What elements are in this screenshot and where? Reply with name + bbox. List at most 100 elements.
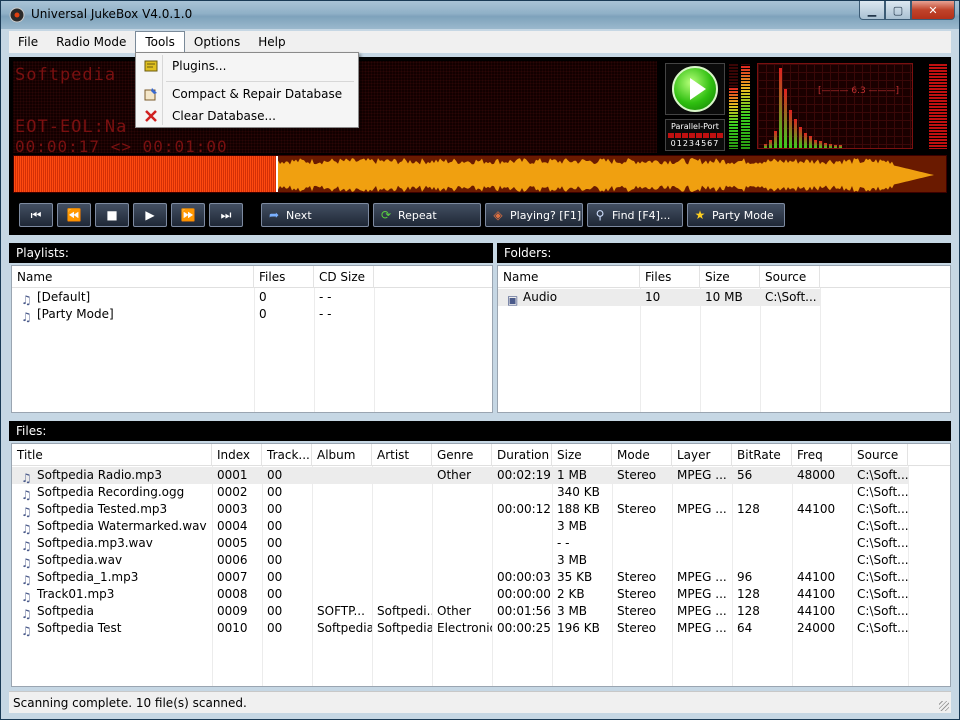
cell-title: ♫ Track01.mp3 bbox=[21, 587, 115, 603]
big-play-button[interactable] bbox=[665, 63, 725, 115]
spectrum-bar bbox=[809, 136, 812, 148]
col-freq[interactable]: Freq bbox=[792, 444, 852, 466]
col-size[interactable]: Size bbox=[700, 266, 760, 288]
cell-album bbox=[312, 569, 372, 586]
col-index[interactable]: Index bbox=[212, 444, 262, 466]
menu-item-compact-repair[interactable]: Compact & Repair Database bbox=[138, 83, 356, 105]
folder-row[interactable]: ▣ Audio 10 10 MB C:\Soft... bbox=[498, 289, 820, 306]
col-source[interactable]: Source bbox=[852, 444, 908, 466]
cell-track: 00 bbox=[267, 536, 283, 550]
cell-bitrate: 64 bbox=[737, 621, 753, 635]
cell-track: 00 bbox=[267, 553, 283, 567]
first-track-button[interactable]: ⏮ bbox=[19, 203, 53, 227]
col-genre[interactable]: Genre bbox=[432, 444, 492, 466]
cell-duration bbox=[492, 552, 552, 569]
menu-help[interactable]: Help bbox=[249, 31, 294, 53]
col-source[interactable]: Source bbox=[760, 266, 820, 288]
cell-album bbox=[312, 552, 372, 569]
audio-file-icon: ♫ bbox=[21, 505, 32, 518]
cell-bitrate bbox=[732, 552, 792, 569]
spectrum-bar bbox=[834, 145, 837, 148]
cell-layer bbox=[672, 552, 732, 569]
audio-file-icon: ♫ bbox=[21, 488, 32, 501]
menu-options[interactable]: Options bbox=[185, 31, 249, 53]
file-row[interactable]: ♫ Track01.mp3 0008 00 00:00:00 2 KB Stereo MPEG… bbox=[12, 586, 908, 603]
cell-album: Softpedia bbox=[317, 621, 372, 635]
spectrum-bar bbox=[764, 144, 767, 148]
cell-freq bbox=[792, 518, 852, 535]
file-row[interactable]: ♫ Softpedia_1.mp3 0007 00 00:00:03 35 KB Stere… bbox=[12, 569, 908, 586]
file-row[interactable]: ♫ Softpedia Watermarked.wav 0004 00 3 MB C:\S… bbox=[12, 518, 908, 535]
cell-index: 0008 bbox=[217, 587, 248, 601]
playlist-row[interactable]: ♫ [Default] 0 - - bbox=[12, 289, 492, 306]
cell-track: 00 bbox=[267, 502, 283, 516]
col-files[interactable]: Files bbox=[254, 266, 314, 288]
menu-tools[interactable]: Tools bbox=[135, 31, 185, 53]
col-duration[interactable]: Duration bbox=[492, 444, 552, 466]
party-mode-button-label: Party Mode bbox=[712, 208, 774, 222]
next-button[interactable]: ➦ Next bbox=[261, 203, 369, 227]
menu-bar: File Radio Mode Tools Options Help bbox=[9, 31, 951, 53]
spectrum-bar bbox=[779, 68, 782, 148]
col-files[interactable]: Files bbox=[640, 266, 700, 288]
col-layer[interactable]: Layer bbox=[672, 444, 732, 466]
menu-item-plugins[interactable]: Plugins... bbox=[138, 55, 356, 77]
cell-mode bbox=[612, 518, 672, 535]
cell-album bbox=[312, 484, 372, 501]
title-bar[interactable]: Universal JukeBox V4.0.1.0 ▁ ▢ ✕ bbox=[1, 1, 959, 29]
cell-size: 196 KB bbox=[557, 621, 600, 635]
cell-source: C:\Soft... bbox=[857, 502, 908, 516]
col-mode[interactable]: Mode bbox=[612, 444, 672, 466]
menu-file[interactable]: File bbox=[9, 31, 47, 53]
col-name[interactable]: Name bbox=[498, 266, 640, 288]
file-row[interactable]: ♫ Softpedia.mp3.wav 0005 00 - - C:\Soft... bbox=[12, 535, 908, 552]
forward-button[interactable]: ⏩ bbox=[171, 203, 205, 227]
col-name[interactable]: Name bbox=[12, 266, 254, 288]
file-row[interactable]: ♫ Softpedia Recording.ogg 0002 00 340 KB C:\S… bbox=[12, 484, 908, 501]
col-track[interactable]: Track... bbox=[262, 444, 312, 466]
cell-size: 340 KB bbox=[557, 485, 600, 499]
file-row[interactable]: ♫ Softpedia Radio.mp3 0001 00 Other 00:02:19 1… bbox=[12, 467, 908, 484]
vu-meter-right bbox=[741, 63, 750, 149]
playhead-cursor[interactable] bbox=[276, 156, 278, 192]
play-circle-icon bbox=[672, 66, 718, 112]
cell-track: 00 bbox=[267, 587, 283, 601]
last-track-button[interactable]: ⏭ bbox=[209, 203, 243, 227]
audio-file-icon: ♫ bbox=[21, 607, 32, 620]
close-button[interactable]: ✕ bbox=[911, 1, 955, 20]
col-album[interactable]: Album bbox=[312, 444, 372, 466]
playing-button[interactable]: ◈ Playing? [F1] bbox=[485, 203, 583, 227]
waveform-seekbar[interactable] bbox=[13, 155, 947, 193]
rewind-button[interactable]: ⏪ bbox=[57, 203, 91, 227]
col-bitrate[interactable]: BitRate bbox=[732, 444, 792, 466]
cell-duration bbox=[492, 484, 552, 501]
col-artist[interactable]: Artist bbox=[372, 444, 432, 466]
file-row[interactable]: ♫ Softpedia Tested.mp3 0003 00 00:00:12 188 K… bbox=[12, 501, 908, 518]
find-button[interactable]: ⚲ Find [F4]... bbox=[587, 203, 683, 227]
minimize-button[interactable]: ▁ bbox=[859, 1, 885, 20]
skip-last-icon: ⏭ bbox=[220, 207, 232, 222]
file-row[interactable]: ♫ Softpedia Test 0010 00 Softpedia Softpedia E… bbox=[12, 620, 908, 637]
col-cd-size[interactable]: CD Size bbox=[314, 266, 374, 288]
cell-source: C:\Soft... bbox=[857, 536, 908, 550]
spectrum-bar bbox=[804, 133, 807, 148]
playlist-row[interactable]: ♫ [Party Mode] 0 - - bbox=[12, 306, 492, 323]
maximize-button[interactable]: ▢ bbox=[885, 1, 911, 20]
file-row[interactable]: ♫ Softpedia.wav 0006 00 3 MB C:\Soft... bbox=[12, 552, 908, 569]
repeat-button[interactable]: ⟳ Repeat bbox=[373, 203, 481, 227]
playlists-column-header: Name Files CD Size bbox=[12, 266, 492, 288]
cell-layer: MPEG ... bbox=[677, 468, 727, 482]
audio-file-icon: ♫ bbox=[21, 556, 32, 569]
cell-title: ♫ Softpedia.mp3.wav bbox=[21, 536, 153, 552]
menu-radio-mode[interactable]: Radio Mode bbox=[47, 31, 135, 53]
col-title[interactable]: Title bbox=[12, 444, 212, 466]
menu-item-clear-database[interactable]: Clear Database... bbox=[138, 105, 356, 127]
resize-grip[interactable] bbox=[939, 701, 949, 711]
playlists-header: Playlists: bbox=[9, 243, 493, 263]
col-size[interactable]: Size bbox=[552, 444, 612, 466]
stop-button[interactable]: ■ bbox=[95, 203, 129, 227]
folders-header: Folders: bbox=[497, 243, 951, 263]
play-button[interactable]: ▶ bbox=[133, 203, 167, 227]
file-row[interactable]: ♫ Softpedia 0009 00 SOFTP... Softpedi... Other… bbox=[12, 603, 908, 620]
party-mode-button[interactable]: ★ Party Mode bbox=[687, 203, 785, 227]
